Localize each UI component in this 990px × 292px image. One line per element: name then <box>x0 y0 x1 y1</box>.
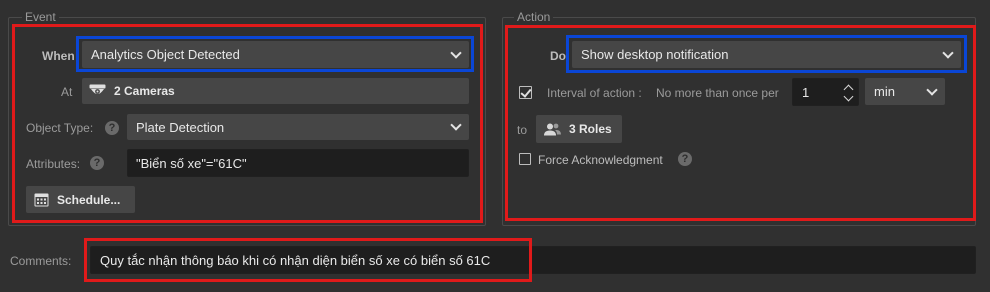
do-label: Do <box>550 49 566 63</box>
comments-label: Comments: <box>10 254 72 268</box>
when-select[interactable]: Analytics Object Detected <box>82 41 469 68</box>
action-group-title: Action <box>514 10 554 24</box>
interval-unit-select[interactable]: min <box>865 78 945 105</box>
help-icon[interactable]: ? <box>90 156 104 170</box>
interval-unit-value: min <box>874 84 895 99</box>
chevron-down-icon <box>450 119 462 131</box>
to-label: to <box>517 123 528 137</box>
attributes-label: Attributes: <box>26 157 81 171</box>
do-select[interactable]: Show desktop notification <box>572 41 961 68</box>
cameras-button[interactable]: 2 Cameras <box>82 78 469 104</box>
users-icon <box>544 123 561 136</box>
help-icon[interactable]: ? <box>105 121 119 135</box>
interval-hint: No more than once per <box>656 86 779 100</box>
interval-spinbox[interactable]: 1 <box>792 78 859 106</box>
roles-button[interactable]: 3 Roles <box>536 115 622 143</box>
interval-spinbox-value: 1 <box>802 84 810 100</box>
comments-input-value: Quy tắc nhận thông báo khi có nhận diện … <box>100 252 491 268</box>
roles-button-label: 3 Roles <box>569 122 612 136</box>
chevron-down-icon <box>926 83 938 96</box>
cameras-button-label: 2 Cameras <box>114 84 175 98</box>
at-label: At <box>61 85 73 99</box>
attributes-input-value: "Biển số xe"="61C" <box>136 155 247 171</box>
schedule-button-label: Schedule... <box>57 192 121 207</box>
force-ack-label[interactable]: Force Acknowledgment <box>538 153 663 167</box>
force-ack-checkbox[interactable] <box>519 153 531 165</box>
do-select-value: Show desktop notification <box>581 47 729 62</box>
object-type-label: Object Type: <box>26 121 94 135</box>
calendar-icon <box>34 192 49 207</box>
camera-icon <box>89 84 106 98</box>
attributes-input[interactable]: "Biển số xe"="61C" <box>127 149 469 177</box>
spin-down-icon[interactable] <box>843 91 854 102</box>
chevron-down-icon <box>450 46 462 59</box>
interval-label: Interval of action : <box>547 86 642 100</box>
object-type-select[interactable]: Plate Detection <box>127 114 469 140</box>
comments-input[interactable]: Quy tắc nhận thông báo khi có nhận diện … <box>90 246 976 274</box>
when-label: When <box>42 49 75 63</box>
schedule-button[interactable]: Schedule... <box>26 186 135 213</box>
chevron-down-icon <box>942 46 954 59</box>
event-group-title: Event <box>22 10 59 24</box>
when-select-value: Analytics Object Detected <box>91 47 240 62</box>
object-type-value: Plate Detection <box>136 119 225 135</box>
interval-checkbox[interactable] <box>519 86 532 99</box>
help-icon[interactable]: ? <box>678 152 692 166</box>
